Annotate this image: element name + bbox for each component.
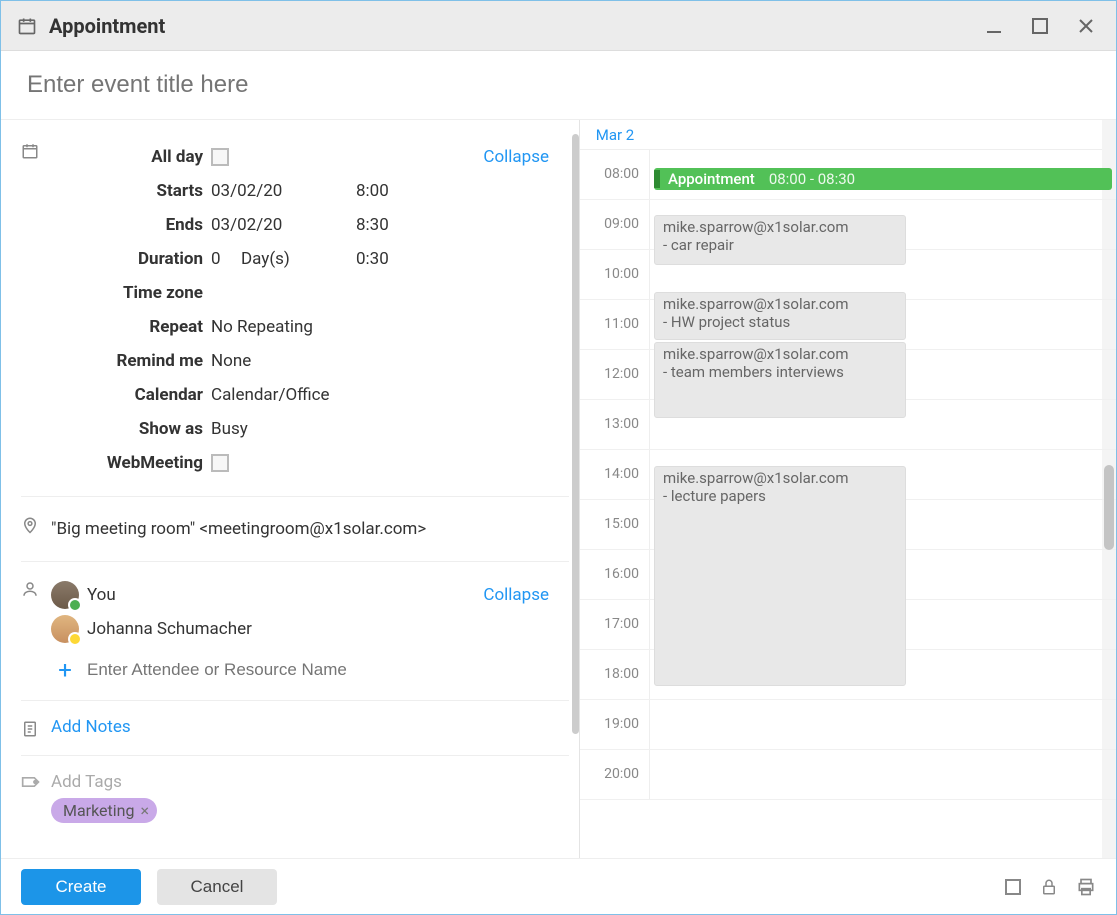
hour-label: 14:00 [580, 450, 650, 499]
event-subject: - car repair [663, 236, 897, 254]
cancel-button[interactable]: Cancel [157, 869, 277, 905]
starts-label: Starts [51, 181, 211, 201]
calendar-date[interactable]: Mar 2 [580, 126, 650, 144]
remind-value[interactable]: None [211, 351, 569, 371]
duration-days[interactable]: 0 [211, 249, 241, 269]
starts-time[interactable]: 8:00 [356, 181, 436, 201]
all-day-checkbox[interactable] [211, 148, 229, 166]
calendar-icon [21, 140, 51, 480]
event-organizer: mike.sparrow@x1solar.com [663, 295, 897, 313]
avatar [51, 581, 79, 609]
tag-remove-icon[interactable]: × [140, 801, 149, 820]
attendee-you[interactable]: You [87, 585, 116, 605]
notes-icon [21, 717, 51, 739]
attendee-name[interactable]: Johanna Schumacher [87, 619, 252, 639]
location-field[interactable]: "Big meeting room" <meetingroom@x1solar.… [51, 513, 569, 545]
event-subject: - team members interviews [663, 363, 897, 381]
duration-days-unit: Day(s) [241, 249, 356, 269]
hour-label: 10:00 [580, 250, 650, 299]
calendar-hour-row[interactable]: 19:00 [580, 700, 1116, 750]
showas-label: Show as [51, 419, 211, 439]
busy-event[interactable]: mike.sparrow@x1solar.com- car repair [654, 215, 906, 265]
datetime-collapse-link[interactable]: Collapse [483, 147, 549, 167]
hour-label: 11:00 [580, 300, 650, 349]
hour-label: 18:00 [580, 650, 650, 699]
avatar [51, 615, 79, 643]
add-notes-link[interactable]: Add Notes [51, 717, 131, 737]
hour-label: 12:00 [580, 350, 650, 399]
repeat-label: Repeat [51, 317, 211, 337]
calendar-icon [17, 16, 37, 36]
ends-label: Ends [51, 215, 211, 235]
timezone-label: Time zone [51, 283, 211, 303]
maximize-button[interactable] [1026, 12, 1054, 40]
add-tags-placeholder[interactable]: Add Tags [51, 772, 569, 792]
title-input-area [1, 51, 1116, 120]
hour-label: 20:00 [580, 750, 650, 799]
tag-chip-label: Marketing [63, 801, 134, 820]
person-icon [21, 578, 51, 684]
webmeeting-checkbox[interactable] [211, 454, 229, 472]
hour-label: 16:00 [580, 550, 650, 599]
hour-label: 09:00 [580, 200, 650, 249]
footer: Create Cancel [1, 858, 1116, 914]
hour-label: 17:00 [580, 600, 650, 649]
new-appointment-event[interactable]: Appointment 08:00 - 08:30 [654, 168, 1112, 190]
attendees-collapse-link[interactable]: Collapse [483, 585, 549, 605]
event-organizer: mike.sparrow@x1solar.com [663, 218, 897, 236]
appointment-dialog: Appointment All day [0, 0, 1117, 915]
lock-icon[interactable] [1040, 877, 1058, 897]
hour-label: 19:00 [580, 700, 650, 749]
calendar-scrollbar-thumb[interactable] [1104, 465, 1114, 550]
repeat-value[interactable]: No Repeating [211, 317, 569, 337]
busy-event[interactable]: mike.sparrow@x1solar.com- team members i… [654, 342, 906, 418]
minimize-button[interactable] [980, 12, 1008, 40]
event-title-input[interactable] [27, 71, 1096, 99]
location-pin-icon [21, 513, 51, 545]
hour-label: 13:00 [580, 400, 650, 449]
calendar-hour-row[interactable]: 20:00 [580, 750, 1116, 800]
hour-label: 08:00 [580, 150, 650, 199]
form-panel: All day Collapse Starts 03/02/20 8:00 [1, 120, 579, 858]
event-subject: - lecture papers [663, 487, 897, 505]
starts-date[interactable]: 03/02/20 [211, 181, 356, 201]
form-scrollbar[interactable] [572, 134, 579, 734]
calendar-label: Calendar [51, 385, 211, 405]
webmeeting-label: WebMeeting [51, 453, 211, 473]
duration-time[interactable]: 0:30 [356, 249, 436, 269]
window-title: Appointment [49, 14, 165, 38]
ends-time[interactable]: 8:30 [356, 215, 436, 235]
ends-date[interactable]: 03/02/20 [211, 215, 356, 235]
create-button[interactable]: Create [21, 869, 141, 905]
add-attendee-input[interactable] [87, 660, 569, 680]
add-attendee-icon[interactable]: + [51, 656, 79, 684]
close-button[interactable] [1072, 12, 1100, 40]
hour-label: 15:00 [580, 500, 650, 549]
event-organizer: mike.sparrow@x1solar.com [663, 469, 897, 487]
showas-value[interactable]: Busy [211, 419, 569, 439]
busy-event[interactable]: mike.sparrow@x1solar.com- HW project sta… [654, 292, 906, 340]
tag-chip-marketing[interactable]: Marketing × [51, 798, 157, 823]
event-time: 08:00 - 08:30 [769, 170, 855, 188]
titlebar: Appointment [1, 1, 1116, 51]
event-title: Appointment [668, 170, 755, 188]
busy-event[interactable]: mike.sparrow@x1solar.com- lecture papers [654, 466, 906, 686]
calendar-value[interactable]: Calendar/Office [211, 385, 569, 405]
private-icon[interactable] [1004, 878, 1022, 896]
tag-icon [21, 772, 51, 823]
all-day-label: All day [51, 147, 211, 167]
duration-label: Duration [51, 249, 211, 269]
event-organizer: mike.sparrow@x1solar.com [663, 345, 897, 363]
print-icon[interactable] [1076, 877, 1096, 897]
event-subject: - HW project status [663, 313, 897, 331]
remind-label: Remind me [51, 351, 211, 371]
day-calendar-panel: Mar 2 08:0009:0010:0011:0012:0013:0014:0… [580, 120, 1116, 858]
